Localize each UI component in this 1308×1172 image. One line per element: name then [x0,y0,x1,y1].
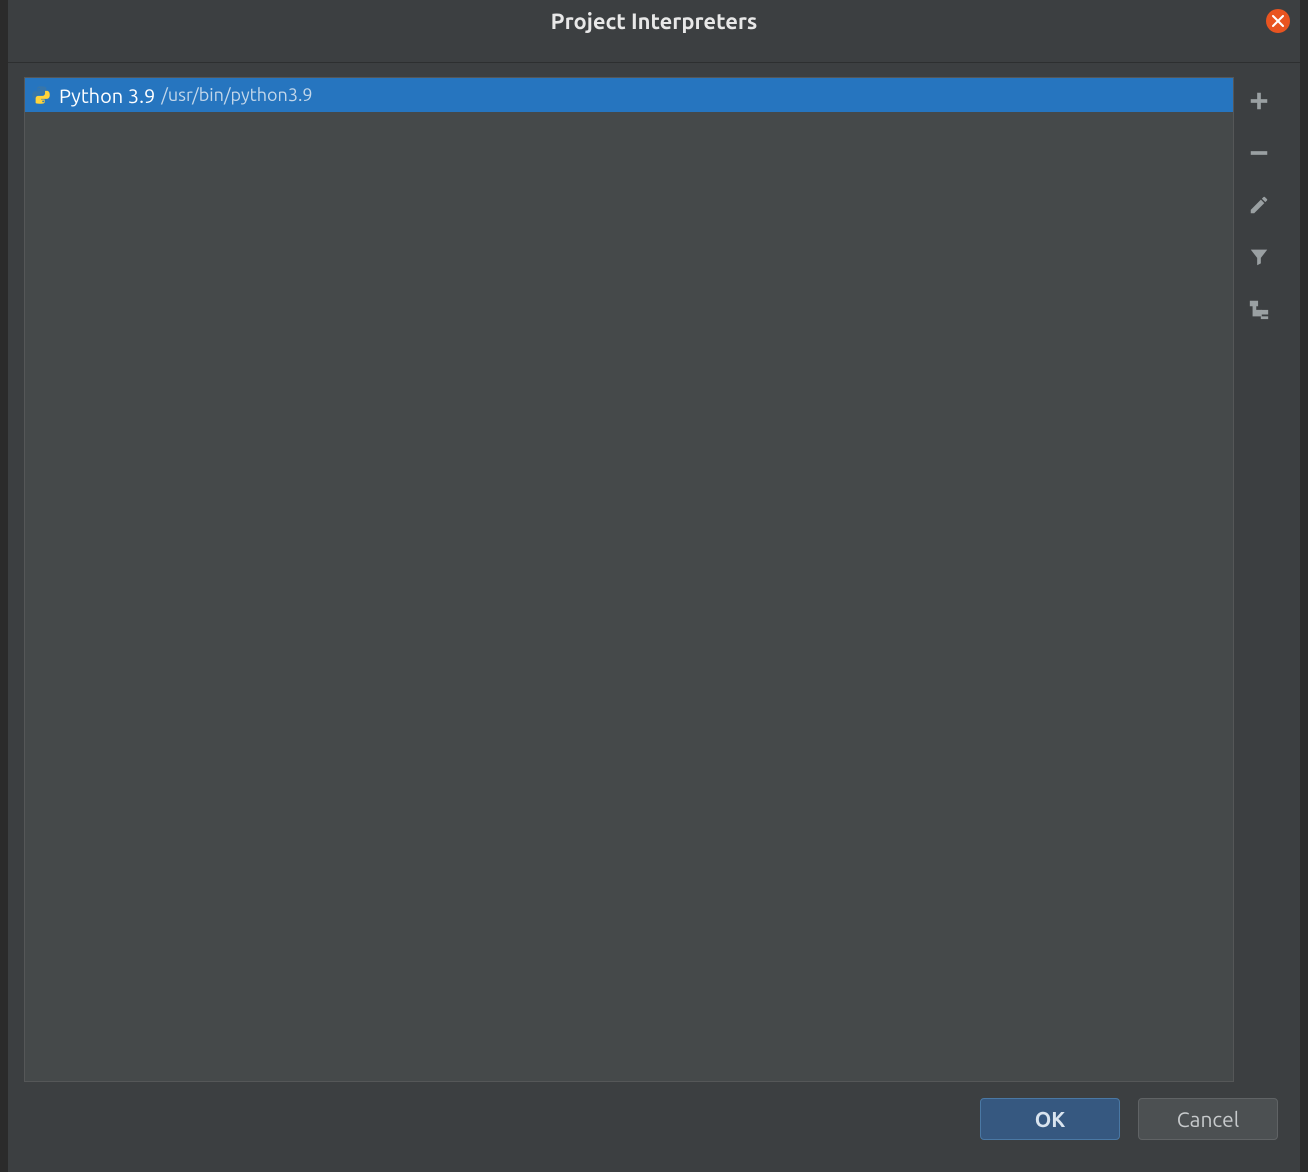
filter-icon [1248,246,1270,268]
pencil-icon [1248,194,1270,216]
interpreter-list-item[interactable]: Python 3.9 /usr/bin/python3.9 [25,78,1233,112]
close-icon [1272,15,1284,27]
add-interpreter-button[interactable] [1245,87,1273,115]
interpreter-path: /usr/bin/python3.9 [161,85,312,105]
ok-button[interactable]: OK [980,1098,1120,1140]
close-button[interactable] [1266,9,1290,33]
project-interpreters-dialog: Project Interpreters Python 3.9 [8,0,1300,1172]
dialog-footer: OK Cancel [24,1082,1284,1156]
content-row: Python 3.9 /usr/bin/python3.9 [24,77,1284,1082]
cancel-button-label: Cancel [1177,1107,1239,1131]
plus-icon [1248,90,1270,112]
remove-interpreter-button[interactable] [1245,139,1273,167]
dialog-title: Project Interpreters [551,9,758,34]
toolbar [1234,77,1284,1082]
edit-interpreter-button[interactable] [1245,191,1273,219]
ok-button-label: OK [1035,1107,1066,1131]
dialog-body: Python 3.9 /usr/bin/python3.9 [8,62,1300,1172]
minus-icon [1248,142,1270,164]
show-paths-button[interactable] [1245,295,1273,323]
cancel-button[interactable]: Cancel [1138,1098,1278,1140]
interpreter-list[interactable]: Python 3.9 /usr/bin/python3.9 [24,77,1234,1082]
interpreter-name: Python 3.9 [59,84,155,107]
titlebar: Project Interpreters [8,0,1300,42]
tree-icon [1248,298,1270,320]
python-icon [31,85,51,105]
filter-button[interactable] [1245,243,1273,271]
